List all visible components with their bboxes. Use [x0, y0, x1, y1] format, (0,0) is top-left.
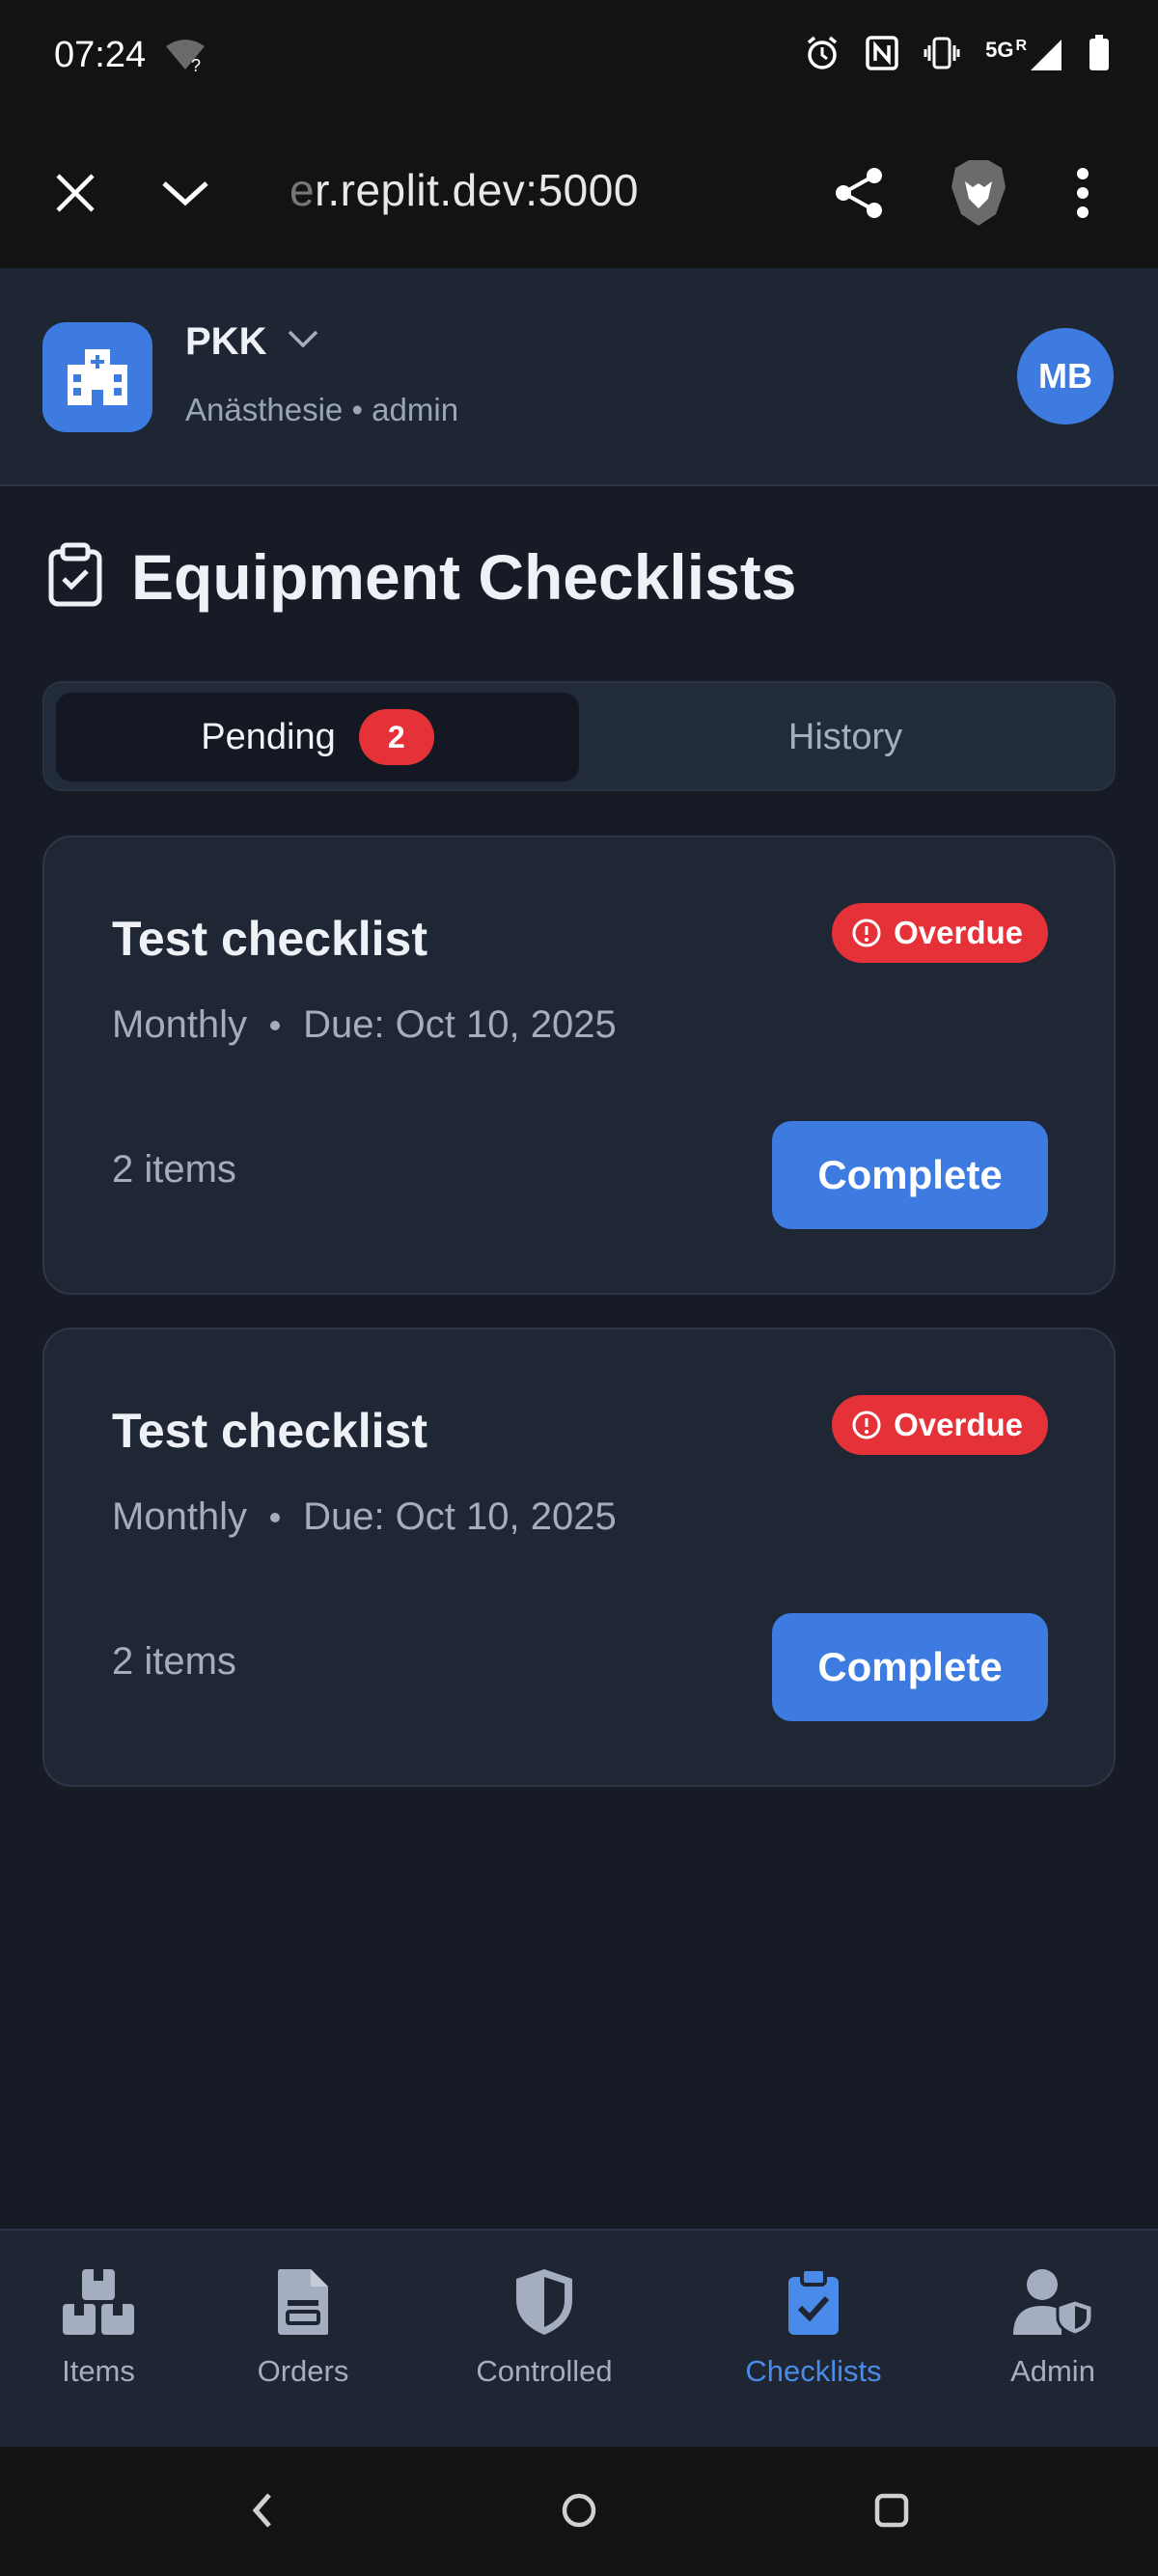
- nav-label: Orders: [257, 2354, 349, 2388]
- wifi-icon: ?: [164, 39, 207, 77]
- status-bar: 07:24 ? 5G R: [0, 0, 1158, 116]
- status-badge: Overdue: [832, 903, 1048, 963]
- org-subtitle: Anästhesie • admin: [185, 392, 459, 427]
- recents-icon[interactable]: [863, 2481, 921, 2539]
- checklist-frequency: Monthly: [112, 1003, 248, 1046]
- back-icon[interactable]: [234, 2481, 291, 2539]
- tab-history[interactable]: History: [585, 693, 1106, 781]
- hospital-logo-icon: [42, 322, 152, 432]
- checklist-card: Test checklist Overdue Monthly Due: Oct …: [42, 1328, 1116, 1787]
- more-vertical-icon[interactable]: [1048, 158, 1117, 228]
- tab-pending[interactable]: Pending 2: [56, 693, 579, 781]
- nav-label: Controlled: [476, 2354, 613, 2388]
- svg-text:?: ?: [191, 56, 201, 73]
- nav-label: Items: [62, 2354, 135, 2388]
- chevron-down-icon[interactable]: [286, 328, 320, 355]
- home-icon[interactable]: [550, 2481, 608, 2539]
- pending-count-badge: 2: [358, 709, 434, 765]
- status-label: Overdue: [894, 1407, 1023, 1442]
- user-shield-icon: [1013, 2269, 1094, 2337]
- share-icon[interactable]: [824, 158, 894, 228]
- complete-button[interactable]: Complete: [772, 1121, 1048, 1229]
- alert-circle-icon: [852, 1411, 881, 1439]
- network-type: 5G: [985, 38, 1014, 62]
- brave-shield-icon[interactable]: [944, 158, 1013, 228]
- separator-dot: [270, 1512, 281, 1522]
- checklist-card: Test checklist Overdue Monthly Due: Oct …: [42, 836, 1116, 1295]
- nav-item-items[interactable]: Items: [48, 2267, 149, 2389]
- checklist-item-count: 2 items: [112, 1148, 236, 1191]
- status-badge: Overdue: [832, 1395, 1048, 1455]
- tab-label: Pending: [201, 716, 336, 757]
- app-header: PKK Anästhesie • admin MB: [0, 268, 1158, 486]
- vibrate-icon: [924, 36, 960, 74]
- tab-label: History: [787, 716, 903, 757]
- nav-label: Checklists: [745, 2354, 882, 2388]
- org-switcher[interactable]: PKK: [185, 320, 266, 364]
- checklist-tabs: Pending 2 History: [42, 681, 1116, 791]
- nav-item-orders[interactable]: Orders: [245, 2267, 361, 2389]
- nav-item-checklists[interactable]: Checklists: [735, 2267, 892, 2389]
- system-navigation-bar: [0, 2447, 1158, 2576]
- signal-icon: [1031, 40, 1062, 70]
- checklist-frequency: Monthly: [112, 1495, 248, 1538]
- complete-button[interactable]: Complete: [772, 1613, 1048, 1721]
- roaming-indicator: R: [1015, 38, 1027, 54]
- chevron-down-icon[interactable]: [151, 158, 220, 228]
- nfc-icon: [866, 36, 898, 74]
- alarm-icon: [804, 35, 841, 75]
- checklist-due-date: Due: Oct 10, 2025: [303, 1495, 617, 1538]
- browser-toolbar: er.replit.dev:5000: [0, 116, 1158, 268]
- status-label: Overdue: [894, 915, 1023, 950]
- shield-icon: [516, 2269, 572, 2335]
- close-icon[interactable]: [41, 158, 110, 228]
- checklist-title: Test checklist: [112, 1404, 428, 1458]
- document-icon: [278, 2269, 328, 2335]
- nav-item-admin[interactable]: Admin: [1000, 2267, 1106, 2389]
- avatar[interactable]: MB: [1017, 328, 1114, 425]
- checklist-title: Test checklist: [112, 912, 428, 966]
- checklist-due-date: Due: Oct 10, 2025: [303, 1003, 617, 1046]
- url-text: r.replit.dev:5000: [315, 165, 639, 215]
- page-heading: Equipment Checklists: [46, 540, 797, 614]
- status-time: 07:24: [54, 35, 147, 75]
- alert-circle-icon: [852, 918, 881, 947]
- bottom-navigation: Items Orders Controlled Checklists Admin: [0, 2229, 1158, 2447]
- battery-icon: [1089, 35, 1110, 75]
- nav-item-controlled[interactable]: Controlled: [461, 2267, 627, 2389]
- checklist-item-count: 2 items: [112, 1640, 236, 1683]
- url-field[interactable]: er.replit.dev:5000: [290, 164, 639, 216]
- page-title: Equipment Checklists: [131, 541, 797, 613]
- url-faded-text: e: [290, 165, 316, 215]
- separator-dot: [270, 1020, 281, 1030]
- boxes-icon: [63, 2269, 134, 2335]
- nav-label: Admin: [1010, 2354, 1095, 2388]
- clipboard-check-icon: [46, 542, 104, 612]
- clipboard-check-icon: [788, 2267, 839, 2335]
